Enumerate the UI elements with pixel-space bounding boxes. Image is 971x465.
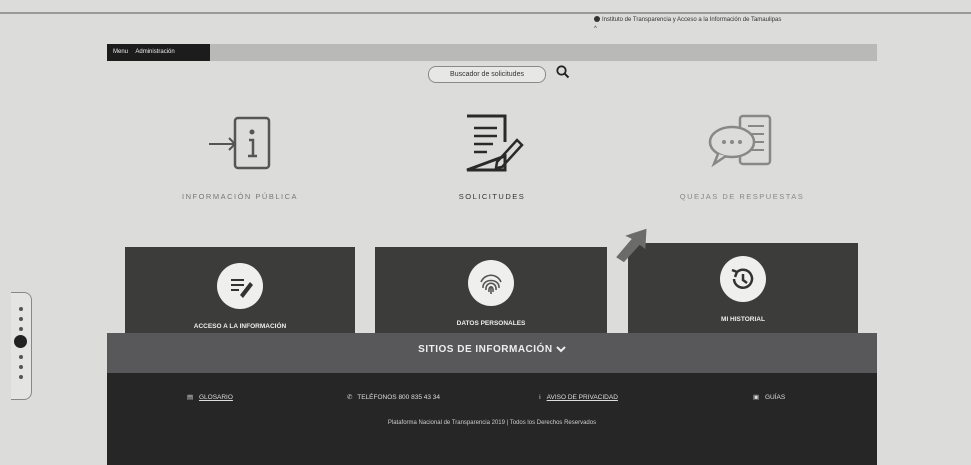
footer-phone: ✆ TELÉFONOS 800 835 43 34 [347, 393, 440, 401]
footer-link-label: GUÍAS [764, 394, 786, 401]
category-label: INFORMACIÓN PÚBLICA [181, 192, 298, 201]
category-solicitudes[interactable]: SOLICITUDES [402, 112, 582, 201]
footer-phone-label: TELÉFONOS 800 835 43 34 [357, 394, 441, 401]
document-edit-icon [231, 279, 253, 298]
fingerprint-icon [480, 274, 502, 294]
card-icon-circle [720, 256, 766, 302]
document-pen-icon [466, 114, 524, 172]
footer-link-label: AVISO DE PRIVACIDAD [546, 394, 618, 401]
top-navbar: Menu Administración [107, 44, 877, 61]
nav-item-menu[interactable]: Menu [113, 49, 128, 55]
side-dot [19, 327, 23, 331]
navbar-menu: Menu Administración [107, 44, 210, 61]
nav-item-administracion[interactable]: Administración [135, 49, 174, 55]
side-dot [19, 375, 23, 379]
sitios-title-text: SITIOS DE INFORMACIÓN [418, 344, 553, 355]
chat-document-icon [708, 114, 772, 168]
info-icon: ⅰ [539, 394, 541, 401]
card-mi-historial[interactable]: MI HISTORIAL [628, 243, 858, 337]
card-label: MI HISTORIAL [721, 316, 765, 323]
copyright: Plataforma Nacional de Transparencia 201… [387, 420, 597, 426]
side-dot [19, 317, 23, 321]
info-icon [209, 116, 271, 170]
search-icon[interactable] [555, 64, 571, 80]
sitios-title: SITIOS DE INFORMACIÓN [107, 344, 877, 355]
footer-link-aviso[interactable]: ⅰ AVISO DE PRIVACIDAD [539, 393, 618, 401]
history-icon [731, 268, 754, 289]
category-informacion-publica[interactable]: INFORMACIÓN PÚBLICA [150, 112, 330, 201]
footer: ▤ GLOSARIO ✆ TELÉFONOS 800 835 43 34 ⅰ A… [107, 373, 877, 465]
pointer-arrow-icon [616, 228, 647, 263]
institution-link[interactable]: Instituto de Transparencia y Acceso a la… [594, 16, 784, 34]
search-button[interactable]: Buscador de solicitudes [428, 66, 546, 83]
footer-link-label: GLOSARIO [198, 394, 233, 401]
accessibility-widget[interactable] [11, 292, 32, 400]
card-datos-personales[interactable]: DATOS PERSONALES [375, 247, 607, 337]
card-acceso-informacion[interactable]: ACCESO A LA INFORMACIÓN [125, 247, 355, 337]
side-dot [19, 365, 23, 369]
book-icon: ▣ [753, 394, 760, 401]
institution-icon [594, 16, 600, 23]
card-icon-circle [217, 263, 263, 309]
category-quejas[interactable]: QUEJAS DE RESPUESTAS [652, 112, 832, 201]
card-icon-circle [468, 260, 514, 306]
institution-name: Instituto de Transparencia y Acceso a la… [602, 17, 782, 23]
glossary-icon: ▤ [187, 394, 194, 401]
sitios-bar[interactable]: SITIOS DE INFORMACIÓN [107, 333, 877, 373]
top-divider [0, 12, 971, 14]
footer-link-glosario[interactable]: ▤ GLOSARIO [187, 393, 233, 401]
side-dot [19, 307, 23, 311]
side-dot [19, 355, 23, 359]
category-label: QUEJAS DE RESPUESTAS [679, 192, 805, 201]
card-label: ACCESO A LA INFORMACIÓN [193, 323, 287, 330]
chevron-down-icon [556, 346, 566, 353]
phone-icon: ✆ [347, 394, 353, 401]
card-label: DATOS PERSONALES [456, 320, 526, 327]
category-label: SOLICITUDES [458, 192, 526, 201]
footer-link-guias[interactable]: ▣ GUÍAS [753, 393, 785, 401]
accessibility-icon[interactable] [14, 335, 27, 348]
institution-caret: ^ [594, 26, 597, 32]
